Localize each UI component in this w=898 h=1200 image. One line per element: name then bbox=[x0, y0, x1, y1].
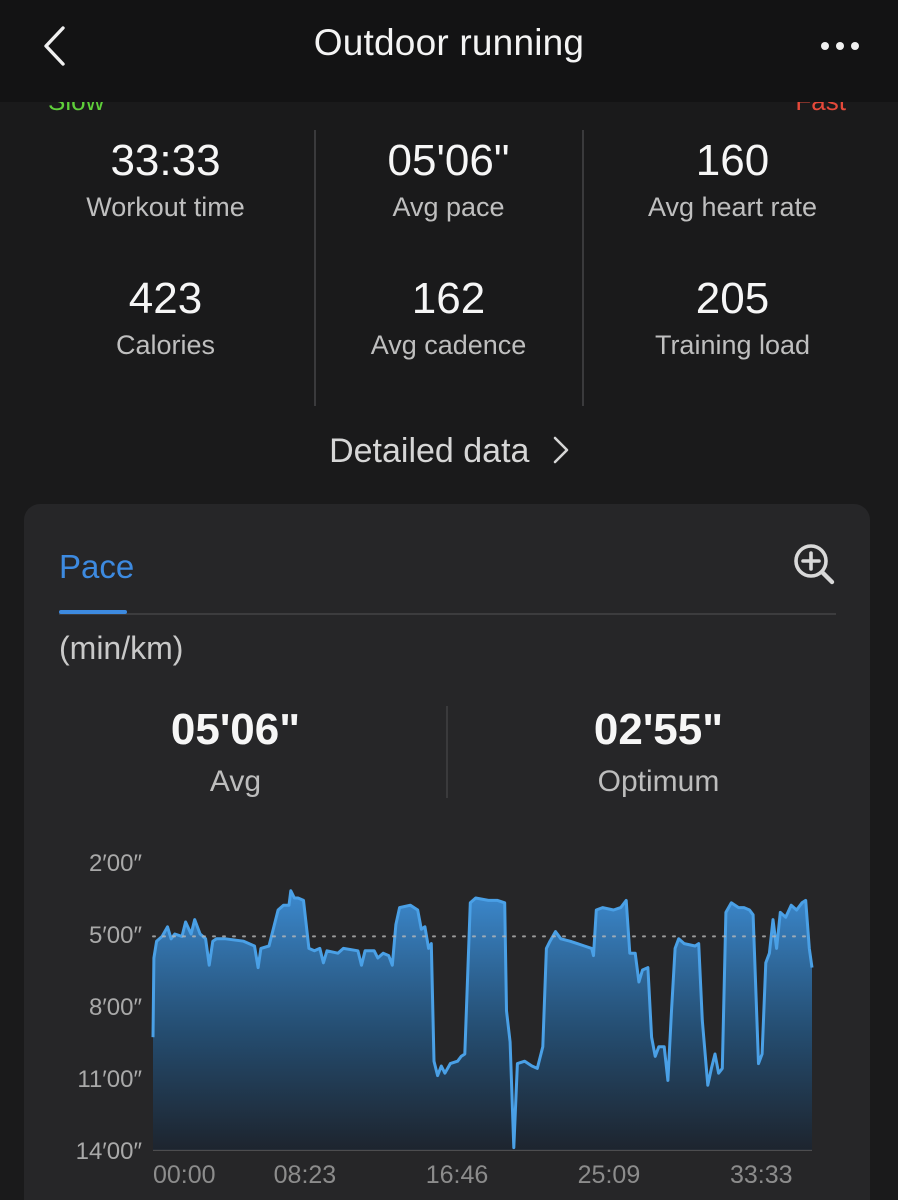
more-options-button[interactable] bbox=[816, 26, 864, 66]
y-tick-label: 14′00″ bbox=[76, 1138, 143, 1165]
x-tick-label: 25:09 bbox=[578, 1161, 641, 1189]
x-tick-label: 08:23 bbox=[274, 1161, 337, 1189]
page-title: Outdoor running bbox=[313, 22, 585, 63]
workout-detail-screen: Slow Fast Outdoor running 33:33 Workout … bbox=[0, 0, 898, 1200]
pace-area bbox=[153, 890, 812, 1150]
more-horizontal-icon bbox=[821, 42, 859, 50]
y-tick-label: 8′00″ bbox=[89, 994, 143, 1021]
x-tick-label: 33:33 bbox=[730, 1161, 793, 1189]
x-tick-label: 16:46 bbox=[426, 1161, 489, 1189]
y-tick-label: 5′00″ bbox=[89, 922, 143, 949]
y-tick-label: 11′00″ bbox=[77, 1066, 142, 1093]
pace-chart: 2′00″ 5′00″ 8′00″ 11′00″ 14′00″ 00:00 08:23 16:… bbox=[76, 850, 814, 1189]
top-navigation-bar: Outdoor running bbox=[0, 0, 898, 102]
x-tick-label: 00:00 bbox=[153, 1161, 216, 1189]
y-tick-label: 2′00″ bbox=[89, 850, 143, 877]
